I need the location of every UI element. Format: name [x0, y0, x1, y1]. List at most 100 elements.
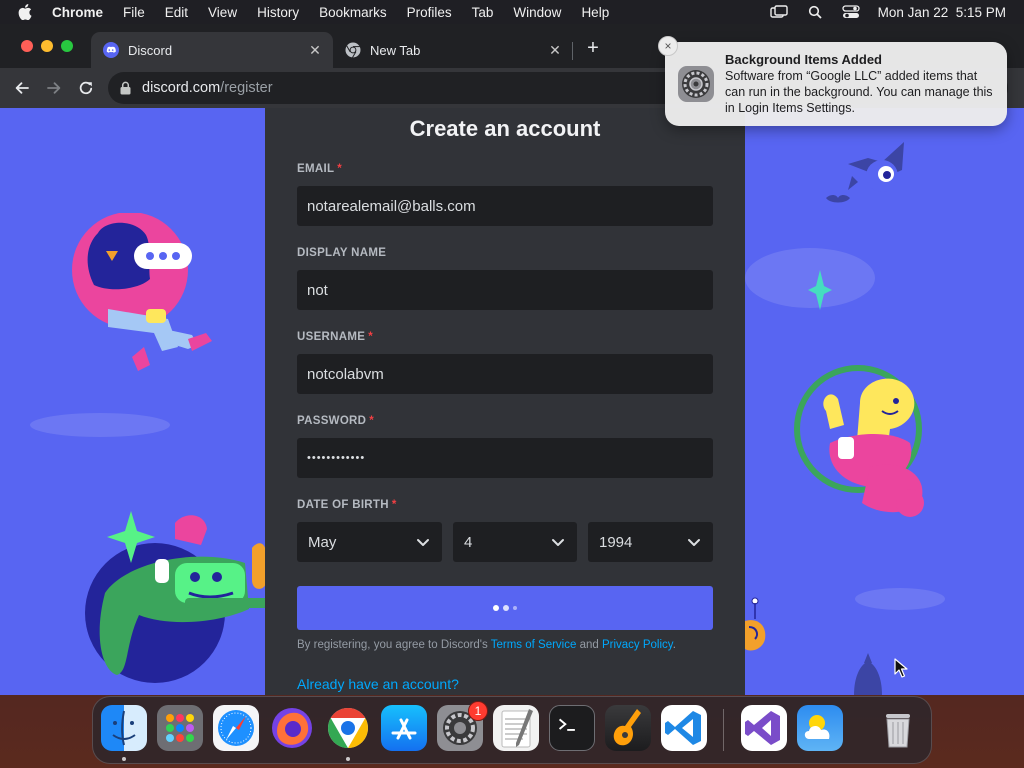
menu-bookmarks[interactable]: Bookmarks: [319, 5, 387, 20]
terminal-icon[interactable]: [549, 705, 595, 751]
dob-day-select[interactable]: 4: [453, 522, 577, 562]
menu-window[interactable]: Window: [513, 5, 561, 20]
illustration-green-creature: [85, 511, 270, 683]
menu-clock[interactable]: Mon Jan 22 5:15 PM: [878, 5, 1006, 20]
spotlight-search-icon[interactable]: [806, 5, 824, 19]
notification-body: Software from “Google LLC” added items t…: [725, 69, 993, 115]
continue-button-loading[interactable]: [297, 586, 713, 630]
dock-divider: [723, 709, 724, 751]
weather-icon[interactable]: [797, 705, 843, 751]
dob-label-text: DATE OF BIRTH: [297, 499, 389, 511]
display-name-field[interactable]: not: [297, 270, 713, 310]
illustration-hooded-character: [72, 213, 212, 371]
email-label: EMAIL *: [297, 163, 342, 175]
garageband-icon[interactable]: [605, 705, 651, 751]
password-label: PASSWORD *: [297, 415, 374, 427]
legal-prefix: By registering, you agree to Discord's: [297, 639, 491, 651]
required-asterisk: *: [369, 415, 375, 427]
discord-icon: [103, 42, 119, 58]
menu-app-name[interactable]: Chrome: [52, 5, 103, 20]
chrome-icon: [345, 42, 361, 58]
illustration-snail: [745, 597, 766, 651]
running-indicator: [346, 757, 350, 761]
chevron-down-icon: [551, 535, 565, 549]
macos-menu-bar: Chrome File Edit View History Bookmarks …: [0, 0, 1024, 24]
menu-profiles[interactable]: Profiles: [407, 5, 452, 20]
window-close-button[interactable]: [21, 40, 33, 52]
back-arrow-icon[interactable]: [12, 78, 32, 98]
notification-badge: 1: [468, 701, 488, 721]
tab-divider: [572, 42, 573, 60]
sparkle-icon: [808, 270, 832, 310]
menu-tab[interactable]: Tab: [472, 5, 494, 20]
new-tab-plus-icon[interactable]: +: [583, 38, 603, 58]
screen-mirroring-icon[interactable]: [769, 5, 788, 19]
menu-history[interactable]: History: [257, 5, 299, 20]
display-name-label: DISPLAY NAME: [297, 247, 386, 259]
lock-icon[interactable]: [120, 81, 132, 95]
reload-icon[interactable]: [76, 78, 96, 98]
trash-icon[interactable]: [875, 705, 921, 751]
loading-dot: [513, 606, 517, 610]
email-label-text: EMAIL: [297, 163, 335, 175]
email-field[interactable]: notarealemail@balls.com: [297, 186, 713, 226]
username-field[interactable]: notcolabvm: [297, 354, 713, 394]
terms-notice: By registering, you agree to Discord's T…: [297, 639, 717, 651]
launchpad-icon[interactable]: [157, 705, 203, 751]
macos-dock: 1: [92, 696, 932, 764]
decorative-cloud: [30, 413, 170, 437]
dob-year-select[interactable]: 1994: [588, 522, 713, 562]
chevron-down-icon: [687, 535, 701, 549]
menu-help[interactable]: Help: [581, 5, 609, 20]
system-settings-gear-icon: [678, 66, 714, 102]
tab-label: New Tab: [370, 42, 421, 58]
loading-dot: [503, 605, 509, 611]
firefox-icon[interactable]: [269, 705, 315, 751]
control-center-icon[interactable]: [842, 5, 860, 19]
terms-of-service-link[interactable]: Terms of Service: [491, 639, 577, 651]
loading-dot: [493, 605, 499, 611]
illustration-bat-creature: [826, 142, 904, 203]
illustration-small-creature: [854, 653, 882, 695]
vscode-icon[interactable]: [661, 705, 707, 751]
dob-day-value: 4: [464, 533, 473, 551]
password-field[interactable]: ••••••••••••: [297, 438, 713, 478]
already-have-account-link[interactable]: Already have an account?: [297, 676, 459, 692]
apple-menu-icon[interactable]: [18, 4, 32, 20]
chrome-icon[interactable]: [325, 705, 371, 751]
tab-new-tab[interactable]: New Tab ✕: [333, 32, 573, 68]
decorative-cloud: [855, 588, 945, 610]
tab-discord[interactable]: Discord ✕: [91, 32, 333, 68]
forward-arrow-icon[interactable]: [44, 78, 64, 98]
url-host: discord.com: [142, 80, 221, 96]
visual-studio-icon[interactable]: [741, 705, 787, 751]
finder-icon[interactable]: [101, 705, 147, 751]
notification-title: Background Items Added: [725, 52, 882, 67]
dob-month-select[interactable]: May: [297, 522, 442, 562]
app-store-icon[interactable]: [381, 705, 427, 751]
required-asterisk: *: [391, 499, 397, 511]
textedit-icon[interactable]: [493, 705, 539, 751]
running-indicator: [122, 757, 126, 761]
discord-register-page: Create an account EMAIL * notarealemail@b…: [0, 108, 1024, 695]
mouse-cursor-icon: [894, 658, 908, 678]
window-zoom-button[interactable]: [61, 40, 73, 52]
url-path: /register: [220, 80, 273, 96]
tab-close-icon[interactable]: ✕: [307, 42, 323, 58]
privacy-policy-link[interactable]: Privacy Policy: [602, 639, 673, 651]
notification-close-icon[interactable]: ×: [658, 36, 678, 56]
background-items-notification[interactable]: × Background Items Added Software from “…: [658, 36, 1007, 126]
menu-file[interactable]: File: [123, 5, 145, 20]
tab-close-icon[interactable]: ✕: [547, 42, 563, 58]
legal-suffix: .: [672, 639, 676, 651]
username-label-text: USERNAME: [297, 331, 366, 343]
chevron-down-icon: [416, 535, 430, 549]
window-minimize-button[interactable]: [41, 40, 53, 52]
tab-label: Discord: [128, 42, 173, 58]
menu-view[interactable]: View: [208, 5, 237, 20]
username-label: USERNAME *: [297, 331, 373, 343]
illustration-yellow-duck-character: [794, 365, 924, 517]
register-form-card: Create an account EMAIL * notarealemail@b…: [265, 108, 745, 695]
safari-icon[interactable]: [213, 705, 259, 751]
menu-edit[interactable]: Edit: [165, 5, 188, 20]
